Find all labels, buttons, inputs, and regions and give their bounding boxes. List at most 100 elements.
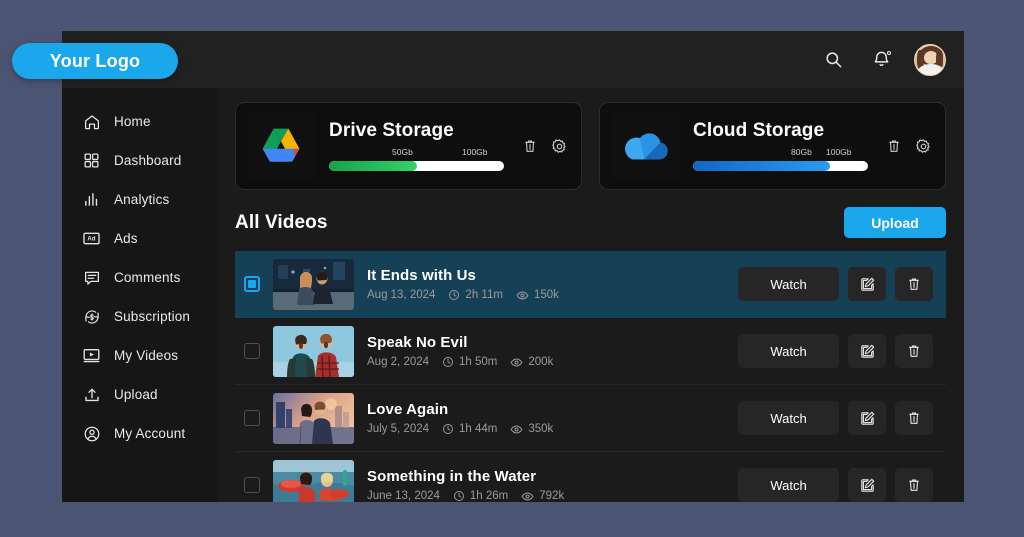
grid-icon: [82, 151, 101, 170]
eye-icon: [521, 490, 534, 503]
storage-bar-labels: 80Gb 100Gb: [693, 147, 868, 159]
video-duration-text: 1h 44m: [459, 423, 497, 435]
table-row[interactable]: It Ends with Us Aug 13, 2024 2h 11m: [235, 251, 946, 318]
storage-total-label: 100Gb: [462, 147, 488, 157]
video-views-text: 150k: [534, 289, 559, 301]
trash-icon[interactable]: [895, 334, 933, 368]
trash-icon[interactable]: [895, 267, 933, 301]
row-actions: Watch: [738, 401, 933, 435]
storage-card-cloud[interactable]: Cloud Storage 80Gb 100Gb: [599, 102, 946, 190]
page-title: All Videos: [235, 212, 328, 234]
edit-pencil-icon[interactable]: [848, 334, 886, 368]
storage-used-label: 80Gb: [791, 147, 812, 157]
user-circle-icon: [82, 424, 101, 443]
row-checkbox[interactable]: [244, 276, 260, 292]
upload-button[interactable]: Upload: [844, 207, 946, 238]
sidebar-item-my-account[interactable]: My Account: [62, 414, 217, 453]
watch-button[interactable]: Watch: [738, 468, 839, 502]
sidebar-item-ads[interactable]: Ad Ads: [62, 219, 217, 258]
video-date: Aug 2, 2024: [367, 356, 429, 368]
table-row[interactable]: Something in the Water June 13, 2024 1h …: [235, 452, 946, 502]
video-title: Something in the Water: [367, 468, 725, 485]
logo[interactable]: Your Logo: [12, 43, 178, 79]
edit-pencil-icon[interactable]: [848, 468, 886, 502]
eye-icon: [510, 423, 523, 436]
videos-section-header: All Videos Upload: [235, 207, 946, 238]
edit-pencil-icon[interactable]: [848, 267, 886, 301]
watch-button[interactable]: Watch: [738, 401, 839, 435]
trash-icon[interactable]: [895, 468, 933, 502]
video-thumbnail[interactable]: [273, 460, 354, 503]
edit-pencil-icon[interactable]: [848, 401, 886, 435]
video-duration: 1h 44m: [442, 423, 497, 435]
video-submeta: Aug 13, 2024 2h 11m: [367, 289, 725, 302]
storage-card-drive[interactable]: Drive Storage 50Gb 100Gb: [235, 102, 582, 190]
storage-progress-fill: [329, 161, 417, 171]
video-meta: Speak No Evil Aug 2, 2024 1h 50m: [367, 334, 725, 369]
avatar[interactable]: [914, 44, 946, 76]
video-duration-text: 2h 11m: [465, 289, 503, 301]
clock-icon: [442, 356, 454, 368]
upload-icon: [82, 385, 101, 404]
storage-total-label: 100Gb: [826, 147, 852, 157]
sidebar-item-label: Comments: [114, 270, 180, 285]
row-checkbox[interactable]: [244, 343, 260, 359]
sidebar-item-analytics[interactable]: Analytics: [62, 180, 217, 219]
sidebar-item-comments[interactable]: Comments: [62, 258, 217, 297]
video-date: July 5, 2024: [367, 423, 429, 435]
video-date: Aug 13, 2024: [367, 289, 435, 301]
sidebar-item-home[interactable]: Home: [62, 102, 217, 141]
table-row[interactable]: Speak No Evil Aug 2, 2024 1h 50m: [235, 318, 946, 385]
top-header-bar: [62, 31, 964, 88]
sidebar-item-upload[interactable]: Upload: [62, 375, 217, 414]
watch-button[interactable]: Watch: [738, 334, 839, 368]
bell-icon[interactable]: [866, 45, 896, 75]
video-views-text: 200k: [528, 356, 553, 368]
refresh-dollar-icon: [82, 307, 101, 326]
video-meta: It Ends with Us Aug 13, 2024 2h 11m: [367, 267, 725, 302]
sidebar-item-subscription[interactable]: Subscription: [62, 297, 217, 336]
video-thumbnail[interactable]: [273, 393, 354, 444]
video-duration-text: 1h 26m: [470, 490, 508, 502]
sidebar-item-label: Dashboard: [114, 153, 181, 168]
video-title: Love Again: [367, 401, 725, 418]
row-checkbox[interactable]: [244, 477, 260, 493]
video-thumbnail[interactable]: [273, 326, 354, 377]
gear-icon[interactable]: [551, 138, 568, 155]
video-play-icon: [82, 346, 101, 365]
trash-icon[interactable]: [886, 138, 902, 154]
header-actions: [818, 44, 946, 76]
clock-icon: [448, 289, 460, 301]
notification-badge: [887, 51, 891, 55]
table-row[interactable]: Love Again July 5, 2024 1h 44m: [235, 385, 946, 452]
storage-title: Drive Storage: [329, 121, 504, 142]
search-icon[interactable]: [818, 45, 848, 75]
row-checkbox[interactable]: [244, 410, 260, 426]
trash-icon[interactable]: [895, 401, 933, 435]
row-actions: Watch: [738, 267, 933, 301]
sidebar-item-label: Home: [114, 114, 151, 129]
video-submeta: June 13, 2024 1h 26m: [367, 490, 725, 503]
video-views-text: 350k: [528, 423, 553, 435]
watch-button[interactable]: Watch: [738, 267, 839, 301]
sidebar-item-label: Ads: [114, 231, 138, 246]
app-window: Home Dashboard Analyti: [62, 31, 964, 502]
sidebar-item-my-videos[interactable]: My Videos: [62, 336, 217, 375]
storage-actions-drive: [518, 138, 568, 155]
app-body: Home Dashboard Analyti: [62, 88, 964, 502]
gear-icon[interactable]: [915, 138, 932, 155]
storage-title: Cloud Storage: [693, 121, 868, 142]
storage-cards: Drive Storage 50Gb 100Gb: [235, 102, 946, 190]
sidebar-item-dashboard[interactable]: Dashboard: [62, 141, 217, 180]
onedrive-cloud-icon: [611, 112, 679, 180]
video-views: 792k: [521, 490, 564, 503]
storage-bar-labels: 50Gb 100Gb: [329, 147, 504, 159]
video-duration: 1h 50m: [442, 356, 497, 368]
clock-icon: [453, 490, 465, 502]
storage-info-drive: Drive Storage 50Gb 100Gb: [329, 121, 504, 171]
trash-icon[interactable]: [522, 138, 538, 154]
storage-info-cloud: Cloud Storage 80Gb 100Gb: [693, 121, 868, 171]
storage-actions-cloud: [882, 138, 932, 155]
sidebar-item-label: Upload: [114, 387, 158, 402]
video-thumbnail[interactable]: [273, 259, 354, 310]
